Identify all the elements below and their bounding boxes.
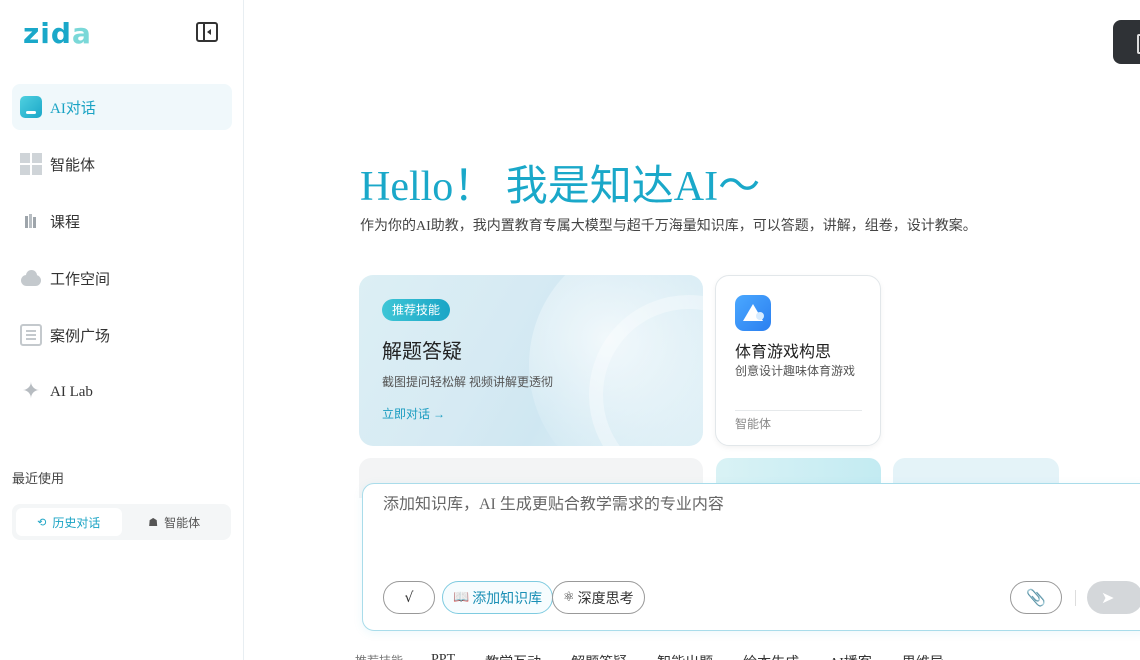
logo: zid a [23, 17, 92, 50]
sidebar-item-label: 课程 [50, 214, 81, 231]
bottom-skill-item[interactable]: AI播客 [829, 652, 872, 660]
bottom-skill-item[interactable]: 思维导 [902, 652, 944, 660]
bottom-skill-item[interactable]: PPT [431, 652, 455, 660]
skill-title: 解题答疑 [382, 341, 462, 363]
agent-title: 体育游戏构思 [735, 344, 832, 361]
agent-card-pe-game[interactable]: 体育游戏构思 创意设计趣味体育游戏 智能体 [715, 275, 881, 446]
add-knowledge-base-button[interactable]: 📖 添加知识库 [442, 581, 554, 614]
bottom-skill-item[interactable]: 教学互动 [485, 652, 541, 660]
paperclip-icon[interactable]: 📎 [1010, 581, 1062, 614]
sidebar-item-label: 工作空间 [50, 271, 111, 288]
tab-agents[interactable]: ☗ 智能体 [122, 508, 228, 536]
robot-icon: ☗ [148, 515, 159, 529]
recent-title: 最近使用 [12, 471, 65, 486]
sidebar-item-workspace[interactable]: 工作空间 [12, 255, 232, 301]
start-chat-link[interactable]: 立即对话 → [382, 405, 445, 422]
sparkle-icon: ✦ [21, 379, 41, 404]
sidebar-item-label: AI对话 [50, 100, 96, 117]
sidebar-item-courses[interactable]: 课程 [12, 198, 232, 244]
corner-panel-button[interactable] [1113, 20, 1140, 64]
tab-history[interactable]: ⟲ 历史对话 [16, 508, 122, 536]
sidebar-item-ai-chat[interactable]: AI对话 [12, 84, 232, 130]
agent-desc: 创意设计趣味体育游戏 [735, 364, 856, 378]
recent-tabs: ⟲ 历史对话 ☗ 智能体 [12, 504, 231, 540]
bottom-skill-item[interactable]: 智能出题 [657, 652, 713, 660]
sidebar-item-case-square[interactable]: 案例广场 [12, 312, 232, 358]
chat-input-box: √ 📖 添加知识库 ⚛ 深度思考 📎 ➤ [362, 483, 1140, 631]
bottom-skill-item[interactable]: 绘本生成 [743, 652, 799, 660]
collapse-sidebar-icon[interactable] [196, 22, 218, 42]
sidebar-item-label: AI Lab [50, 383, 93, 400]
chat-icon [20, 96, 42, 118]
book-icon [20, 210, 42, 232]
grid-icon [20, 153, 42, 175]
divider [1075, 590, 1076, 606]
check-button[interactable]: √ [383, 581, 435, 614]
sidebar-item-agents[interactable]: 智能体 [12, 141, 232, 187]
page-subtitle: 作为你的AI助教，我内置教育专属大模型与超千万海量知识库，可以答题，讲解，组卷，… [360, 219, 977, 234]
chat-input[interactable] [383, 496, 1083, 514]
list-icon [20, 324, 42, 346]
divider [735, 410, 862, 411]
sidebar-item-label: 智能体 [50, 157, 96, 174]
mountain-icon [735, 295, 771, 331]
page-title: Hello！ 我是知达AI～ [360, 164, 761, 210]
cloud-icon [20, 267, 42, 289]
sidebar: zid a AI对话 智能体 课程 工作空间 案例广场 ✦ AI Lab 最近使用 [0, 0, 244, 660]
send-icon[interactable]: ➤ [1087, 581, 1140, 614]
atom-icon: ⚛ [563, 590, 575, 605]
sidebar-nav: AI对话 智能体 课程 工作空间 案例广场 ✦ AI Lab [12, 84, 232, 426]
skill-desc: 截图提问轻松解 视频讲解更透彻 [382, 375, 554, 389]
history-icon: ⟲ [37, 515, 47, 529]
agent-tag: 智能体 [735, 417, 772, 431]
bottom-skill-toolbar: 推荐技能 PPT 教学互动 解题答疑 智能出题 绘本生成 AI播客 思维导 [355, 652, 974, 660]
book-open-icon: 📖 [453, 590, 470, 605]
bottom-skill-item[interactable]: 解题答疑 [571, 652, 627, 660]
sidebar-item-ai-lab[interactable]: ✦ AI Lab [12, 369, 232, 415]
skill-card-problem-solving[interactable]: 推荐技能 解题答疑 截图提问轻松解 视频讲解更透彻 立即对话 → [359, 275, 703, 446]
sidebar-item-label: 案例广场 [50, 328, 111, 345]
recommend-badge: 推荐技能 [382, 299, 451, 321]
deep-think-button[interactable]: ⚛ 深度思考 [552, 581, 645, 614]
